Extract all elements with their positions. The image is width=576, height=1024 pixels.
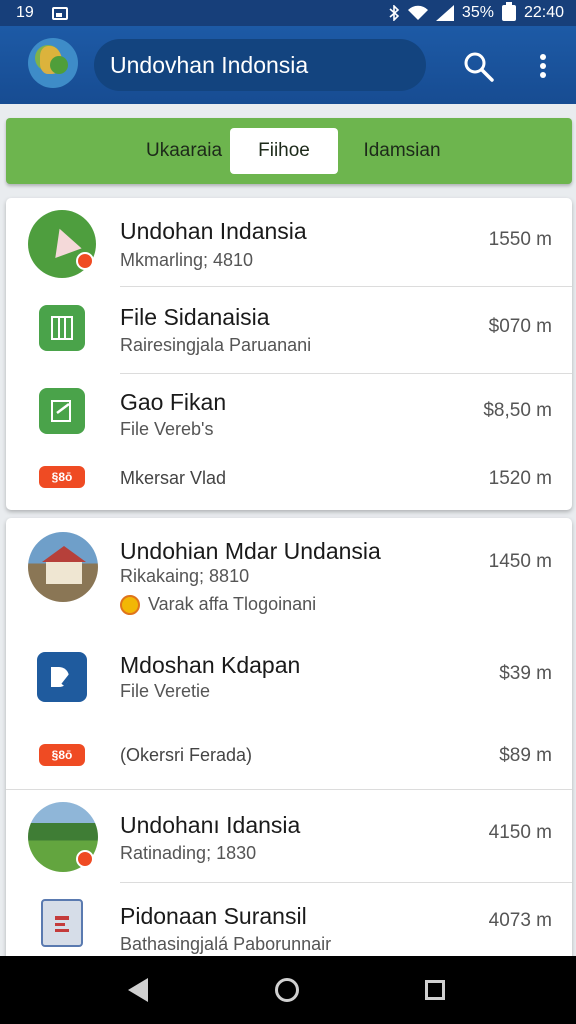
badge-icon: §8ō [39, 744, 85, 766]
status-number: 19 [16, 4, 34, 21]
battery-percent: 35% [461, 4, 494, 21]
list-item[interactable]: Gao Fikan File Vereb's $8,50 m [6, 374, 572, 448]
tab-ukaaraia[interactable]: Ukaaraia [124, 128, 244, 174]
edit-document-icon [39, 388, 85, 434]
item-distance: 4150 m [488, 822, 552, 843]
status-bar: 19 35% 22:40 [0, 0, 576, 26]
list-item[interactable]: Mdoshan Kdapan File Veretie $39 m [6, 636, 572, 726]
item-text: Mkersar Vlad [120, 468, 227, 488]
app-title: Undovhan Indonsia [110, 51, 309, 78]
list-item[interactable]: §8ō Mkersar Vlad 1520 m [6, 450, 572, 508]
item-distance: $39 m [499, 663, 552, 684]
item-extra: Varak affa Tlogoinani [148, 594, 317, 614]
navigation-bar [0, 956, 576, 1024]
signal-icon [435, 5, 454, 21]
item-subtitle: Mkmarling; 4810 [120, 250, 254, 270]
more-vert-icon[interactable] [528, 48, 558, 84]
status-dot [76, 252, 94, 270]
search-field[interactable]: Undovhan Indonsia [94, 39, 426, 91]
item-title: Undohian Mdar Undansia [120, 538, 381, 564]
tab-idamsian[interactable]: Idamsian [342, 128, 462, 174]
search-icon[interactable] [462, 50, 496, 84]
list-item[interactable]: Undohian Mdar Undansia Rikakaing; 8810 V… [6, 518, 572, 636]
item-title: Pidonaan Suransil [120, 903, 307, 929]
tab-fiihoe[interactable]: Fiihoe [230, 128, 338, 174]
bluetooth-icon [389, 5, 400, 21]
item-subtitle: Bathasingjalá Paborunnair [120, 934, 332, 954]
document-icon [41, 899, 83, 947]
results-card-1: Undohan Indansia Mkmarling; 4810 1550 m … [6, 198, 572, 510]
tab-strip: Ukaaraia Fiihoe Idamsian [6, 118, 572, 184]
place-photo [28, 532, 98, 602]
item-subtitle: File Veretie [120, 681, 211, 701]
home-nav-icon[interactable] [275, 978, 299, 1002]
item-distance: $070 m [488, 316, 552, 337]
item-text: (Okersri Ferada) [120, 745, 253, 765]
battery-icon [501, 2, 516, 21]
wifi-icon [407, 5, 428, 20]
item-subtitle: Ratinading; 1830 [120, 843, 257, 863]
item-distance: 1450 m [488, 551, 552, 572]
item-distance: 1520 m [488, 468, 552, 489]
app-logo [28, 38, 78, 88]
list-item[interactable]: §8ō (Okersri Ferada) $89 m [6, 726, 572, 788]
item-subtitle: File Vereb's [120, 419, 214, 439]
item-subtitle: Rikakaing; 8810 [120, 566, 250, 586]
item-title: Undohanı Idansia [120, 812, 301, 838]
item-title: Undohan Indansia [120, 218, 307, 244]
item-distance: $8,50 m [483, 400, 552, 421]
item-distance: 4073 m [488, 910, 552, 931]
item-distance: 1550 m [488, 229, 552, 250]
item-distance: $89 m [499, 745, 552, 766]
recents-nav-icon[interactable] [425, 980, 445, 1000]
item-title: File Sidanaisia [120, 304, 270, 330]
app-d-icon [37, 652, 87, 702]
item-subtitle: Rairesingjala Paruanani [120, 335, 312, 355]
list-item[interactable]: Pidonaan Suransil Bathasingjalá Paborunn… [6, 883, 572, 958]
status-dot [76, 850, 94, 868]
list-item[interactable]: Undohan Indansia Mkmarling; 4810 1550 m [6, 198, 572, 286]
badge-icon: §8ō [39, 466, 85, 488]
back-nav-icon[interactable] [128, 978, 148, 1002]
results-card-2: Undohian Mdar Undansia Rikakaing; 8810 V… [6, 518, 572, 958]
item-title: Gao Fikan [120, 389, 227, 415]
emoji-icon [120, 595, 140, 615]
list-item[interactable]: Undohanı Idansia Ratinading; 1830 4150 m [6, 790, 572, 882]
list-item[interactable]: File Sidanaisia Rairesingjala Paruanani … [6, 287, 572, 373]
app-bar: Undovhan Indonsia [0, 26, 576, 104]
image-notification-icon [51, 6, 68, 20]
file-grid-icon [39, 305, 85, 351]
status-time: 22:40 [523, 4, 564, 21]
item-title: Mdoshan Kdapan [120, 652, 301, 678]
